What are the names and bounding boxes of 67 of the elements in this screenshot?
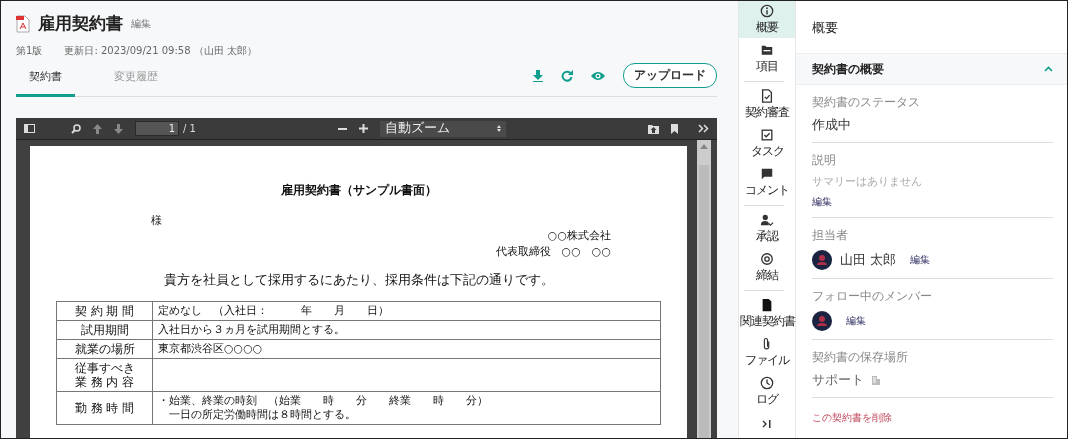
- scrollbar[interactable]: [697, 140, 711, 438]
- field-label: フォロー中のメンバー: [812, 288, 932, 305]
- status-value: 作成中: [812, 117, 851, 134]
- edit-link[interactable]: 編集: [131, 16, 151, 31]
- speech-bubble-icon: [760, 167, 774, 181]
- eye-icon[interactable]: [591, 70, 605, 81]
- edit-link[interactable]: 編集: [910, 253, 930, 267]
- updown-caret-icon: [496, 125, 501, 132]
- field-label: 契約書のステータス: [812, 94, 920, 111]
- rail-item[interactable]: 概要: [739, 1, 795, 38]
- document-icon: [760, 298, 774, 312]
- zoom-select[interactable]: 自動ズーム: [379, 120, 506, 137]
- checkbox-icon: [760, 128, 774, 142]
- zoom-in-icon[interactable]: [358, 124, 368, 133]
- person-check-icon: [760, 213, 774, 227]
- bookmark-icon[interactable]: [671, 123, 678, 134]
- sidebar-toggle-icon[interactable]: [24, 124, 35, 133]
- arrow-up-icon[interactable]: [93, 123, 102, 134]
- table-cell: 従事すべき 業 務 内 容: [56, 358, 153, 392]
- version-label: 第1版: [16, 44, 43, 58]
- clock-icon: [760, 376, 774, 390]
- avatar-icon: [812, 250, 832, 270]
- collapse-icon[interactable]: [762, 420, 772, 428]
- avatar-icon: [812, 311, 832, 331]
- page-number-field[interactable]: 1: [135, 121, 179, 136]
- ring-icon: [760, 252, 774, 266]
- folder-icon: [760, 43, 774, 57]
- section-header[interactable]: 契約書の概要: [796, 53, 1067, 85]
- open-file-icon[interactable]: [648, 123, 659, 134]
- assignee-name: 山田 太郎: [840, 251, 896, 269]
- pdf-file-icon: [16, 14, 30, 33]
- arrow-down-icon[interactable]: [114, 123, 123, 134]
- download-icon[interactable]: [533, 69, 543, 82]
- tab[interactable]: 契約書: [16, 69, 75, 97]
- summary-text: サマリーはありません: [812, 175, 922, 189]
- edit-link[interactable]: 編集: [812, 195, 832, 209]
- document-check-icon: [760, 89, 774, 103]
- refresh-icon[interactable]: [561, 69, 573, 82]
- storage-location: サポート: [812, 372, 864, 389]
- representative-name: 代表取締役 ○○ ○○: [495, 244, 611, 260]
- upload-button[interactable]: アップロード: [623, 63, 717, 88]
- table-cell: 就業の場所: [56, 339, 153, 359]
- delete-link[interactable]: この契約書を削除: [812, 411, 1051, 425]
- field-label: 契約書の保存場所: [812, 349, 908, 366]
- intro-sentence: 貴方を社員として採用するにあたり、採用条件は下記の通りです。: [163, 272, 554, 289]
- search-icon[interactable]: [71, 123, 81, 134]
- table-cell: 定めなし （入社日： 年 月 日）: [152, 301, 661, 321]
- company-name: ○○株式会社: [547, 228, 611, 244]
- table-cell: ・始業、終業の時刻 （始業 時 分 終業 時 分） 一日の所定労働時間は８時間とする。: [152, 391, 661, 425]
- table-cell: 東京都渋谷区○○○○: [152, 339, 661, 359]
- double-chevron-icon[interactable]: [698, 124, 709, 133]
- edit-link[interactable]: 編集: [846, 314, 866, 328]
- table-cell: 入社日から３ヵ月を試用期間とする。: [152, 320, 661, 340]
- panel-title: 概要: [811, 19, 839, 37]
- document-heading: 雇用契約書（サンプル書面）: [280, 182, 437, 199]
- addressee-text: 様: [151, 213, 162, 228]
- field-label: 担当者: [812, 227, 848, 244]
- zoom-out-icon[interactable]: [337, 127, 347, 130]
- table-cell: 勤 務 時 間: [56, 391, 153, 425]
- info-icon: [760, 4, 774, 18]
- updated-info: 更新日: 2023/09/21 09:58 （山田 太郎）: [64, 44, 257, 58]
- table-cell: 試用期間: [56, 320, 153, 340]
- document-title: 雇用契約書: [38, 12, 123, 35]
- table-cell: 契 約 期 間: [56, 301, 153, 321]
- page-count: / 1: [183, 123, 196, 134]
- chevron-up-icon: [1044, 66, 1053, 72]
- field-label: 説明: [812, 152, 836, 169]
